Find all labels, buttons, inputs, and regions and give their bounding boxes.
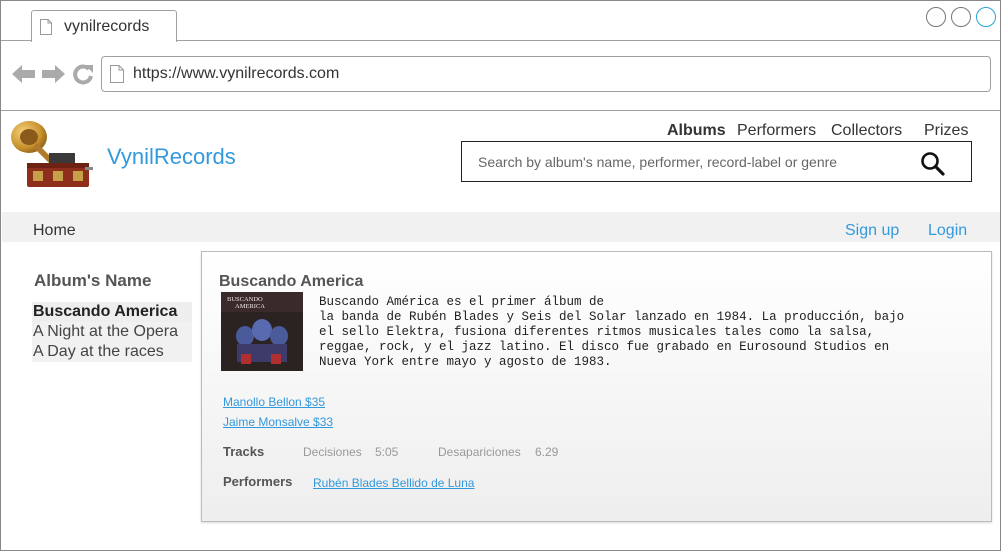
back-arrow-icon[interactable] <box>12 64 36 84</box>
navigation-bar: https://www.vynilrecords.com <box>1 42 1000 111</box>
document-icon <box>40 19 52 35</box>
tracks-label: Tracks <box>223 444 265 459</box>
browser-tab[interactable]: vynilrecords <box>31 10 177 42</box>
album-title: Buscando America <box>219 273 364 290</box>
track-duration: 5:05 <box>375 445 399 459</box>
nav-prizes[interactable]: Prizes <box>924 122 968 140</box>
tab-strip: vynilrecords <box>1 1 1000 42</box>
search-placeholder: Search by album's name, performer, recor… <box>478 154 838 170</box>
nav-albums[interactable]: Albums <box>667 122 726 140</box>
sidebar-item-buscando-america[interactable]: Buscando America <box>32 302 192 322</box>
performers-label: Performers <box>223 474 293 489</box>
nav-performers[interactable]: Performers <box>737 122 816 140</box>
search-input[interactable]: Search by album's name, performer, recor… <box>461 141 972 182</box>
forward-arrow-icon[interactable] <box>41 64 65 84</box>
url-text: https://www.vynilrecords.com <box>133 65 340 82</box>
album-detail-panel: Buscando America BUSCANDO AMERICA Buscand… <box>201 251 992 522</box>
album-cover-image: BUSCANDO AMERICA <box>221 292 303 371</box>
login-link[interactable]: Login <box>928 222 967 240</box>
document-icon <box>110 65 124 83</box>
reload-icon[interactable] <box>72 63 94 85</box>
sub-navigation: Home Sign up Login <box>2 212 1000 242</box>
search-icon[interactable] <box>920 151 946 177</box>
collector-link[interactable]: Jaime Monsalve $33 <box>223 415 333 429</box>
window-close-button[interactable] <box>976 7 996 27</box>
home-link[interactable]: Home <box>33 222 76 240</box>
window-minimize-button[interactable] <box>926 7 946 27</box>
album-description: Buscando América es el primer álbum de l… <box>319 295 905 369</box>
tab-title: vynilrecords <box>64 18 150 35</box>
sidebar-item-a-day-at-the-races[interactable]: A Day at the races <box>32 342 192 362</box>
track-name: Desapariciones <box>438 445 521 459</box>
signup-link[interactable]: Sign up <box>845 222 899 240</box>
nav-collectors[interactable]: Collectors <box>831 122 902 140</box>
sidebar-item-a-night-at-the-opera[interactable]: A Night at the Opera <box>32 322 192 342</box>
performer-link[interactable]: Rubén Blades Bellido de Luna <box>313 476 474 490</box>
collector-link[interactable]: Manollo Bellon $35 <box>223 395 325 409</box>
sidebar-title: Album's Name <box>34 271 152 290</box>
track-duration: 6.29 <box>535 445 559 459</box>
browser-window: vynilrecords https://www.vynilrecords.co… <box>0 0 1001 551</box>
gramophone-logo <box>11 121 93 187</box>
window-maximize-button[interactable] <box>951 7 971 27</box>
track-name: Decisiones <box>303 445 362 459</box>
address-bar[interactable]: https://www.vynilrecords.com <box>101 56 991 92</box>
site-brand[interactable]: VynilRecords <box>107 144 236 170</box>
